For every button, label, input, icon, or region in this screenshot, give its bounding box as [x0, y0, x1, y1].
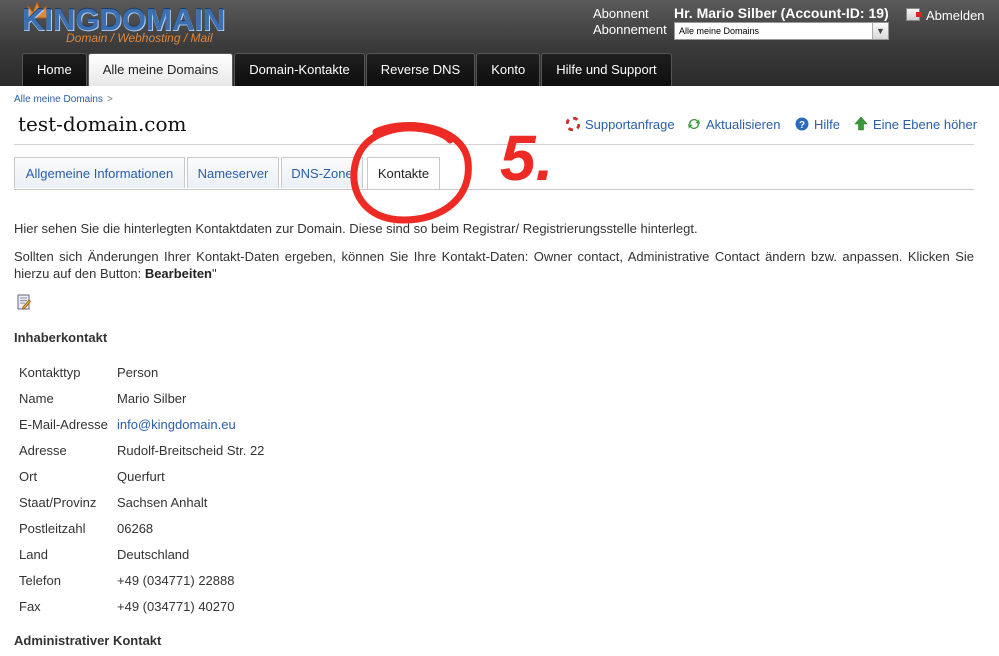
- subscription-select[interactable]: Alle meine Domains ▼: [674, 22, 889, 40]
- account-name: Hr. Mario Silber (Account-ID: 19): [674, 5, 889, 21]
- info-text: Sollten sich Änderungen Ihrer Kontakt-Da…: [14, 249, 974, 281]
- admin-contact-heading: Administrativer Kontakt: [14, 633, 162, 648]
- help-icon: ?: [795, 117, 809, 131]
- logo-tagline: Domain / Webhosting / Mail: [66, 31, 213, 45]
- chevron-down-icon[interactable]: ▼: [872, 23, 888, 39]
- help-link[interactable]: ? Hilfe: [795, 117, 840, 132]
- main-nav: Home Alle meine Domains Domain-Kontakte …: [22, 53, 672, 86]
- nav-reverse-dns[interactable]: Reverse DNS: [365, 53, 476, 86]
- nav-all-domains[interactable]: Alle meine Domains: [87, 53, 234, 86]
- nav-domain-contacts[interactable]: Domain-Kontakte: [234, 53, 365, 86]
- intro-text: Hier sehen Sie die hinterlegten Kontaktd…: [14, 221, 698, 236]
- nav-account[interactable]: Konto: [476, 53, 541, 86]
- tab-nameserver[interactable]: Nameserver: [187, 157, 279, 188]
- breadcrumb-separator: >: [106, 94, 113, 105]
- arrow-up-icon: [854, 117, 868, 131]
- subscription-select-value: Alle meine Domains: [679, 26, 760, 36]
- logout-icon[interactable]: [906, 8, 922, 21]
- owner-contact-heading: Inhaberkontakt: [14, 330, 108, 345]
- page-title: test-domain.com: [18, 112, 187, 136]
- breadcrumb-all-domains[interactable]: Alle meine Domains: [14, 94, 103, 105]
- nav-home[interactable]: Home: [22, 53, 87, 86]
- refresh-icon: [688, 119, 700, 129]
- lifebuoy-icon: [566, 117, 580, 131]
- annotation-circle: [350, 122, 472, 224]
- site-header: KINGDOMAIN Domain / Webhosting / Mail Ab…: [0, 0, 999, 86]
- breadcrumb: Alle meine Domains >: [14, 94, 113, 105]
- email-link[interactable]: info@kingdomain.eu: [117, 417, 236, 432]
- level-up-link[interactable]: Eine Ebene höher: [854, 117, 977, 132]
- divider: [14, 144, 974, 145]
- kingdomain-logo[interactable]: KINGDOMAIN Domain / Webhosting / Mail: [22, 0, 237, 50]
- edit-button-reference: Bearbeiten: [144, 266, 213, 281]
- domain-tabs: Allgemeine Informationen Nameserver DNS-…: [14, 157, 974, 190]
- refresh-link[interactable]: Aktualisieren: [687, 117, 780, 132]
- edit-icon[interactable]: [17, 294, 31, 310]
- nav-help-support[interactable]: Hilfe und Support: [541, 53, 672, 86]
- logout-link[interactable]: Abmelden: [926, 8, 985, 23]
- annotation-step-number: 5.: [500, 122, 554, 194]
- subscription-label: Abonnement: [593, 22, 667, 37]
- account-label: Abonnent: [593, 6, 649, 21]
- svg-text:?: ?: [799, 120, 805, 131]
- support-request-link[interactable]: Supportanfrage: [566, 117, 675, 132]
- tab-general-info[interactable]: Allgemeine Informationen: [14, 157, 185, 188]
